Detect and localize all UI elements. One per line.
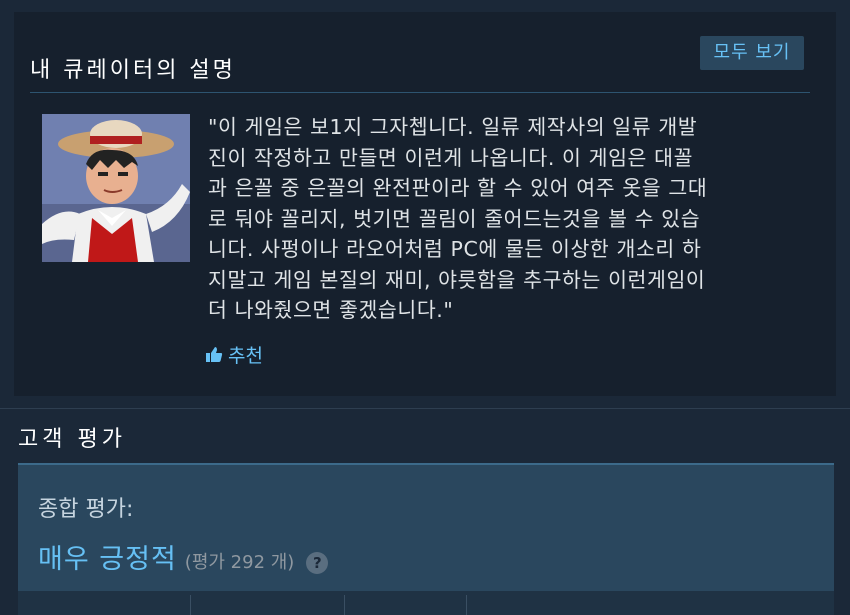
page: 내 큐레이터의 설명 모두 보기 "이 게임은 보1지 그자쳅니다. 일류 제작… — [0, 0, 850, 615]
review-count: (평가 292 개) — [184, 552, 295, 573]
recommend-badge[interactable]: 추천 — [205, 341, 263, 368]
section-divider — [30, 92, 810, 93]
customer-reviews-title: 고객 평가 — [18, 427, 126, 452]
curator-avatar[interactable] — [42, 114, 190, 262]
customer-reviews-header: 고객 평가 — [0, 408, 850, 459]
strip-separator — [344, 595, 345, 615]
view-all-button[interactable]: 모두 보기 — [700, 36, 804, 70]
overall-reviews-panel: 종합 평가: 매우 긍정적 (평가 292 개) ? — [18, 463, 834, 591]
recommend-label: 추천 — [228, 345, 263, 367]
review-filter-strip — [18, 591, 834, 615]
curator-review-text: "이 게임은 보1지 그자쳅니다. 일류 제작사의 일류 개발 진이 작정하고 … — [208, 115, 708, 322]
strip-separator — [190, 595, 191, 615]
overall-reviews-label: 종합 평가: — [38, 497, 134, 522]
strip-separator — [466, 595, 467, 615]
overall-rating-text[interactable]: 매우 긍정적 — [38, 537, 177, 576]
overall-reviews-value: 매우 긍정적 (평가 292 개) ? — [38, 537, 329, 576]
curator-section-title: 내 큐레이터의 설명 — [30, 58, 236, 83]
help-icon[interactable]: ? — [306, 552, 329, 574]
curator-avatar-image — [42, 114, 190, 262]
thumbs-up-icon — [206, 347, 223, 362]
